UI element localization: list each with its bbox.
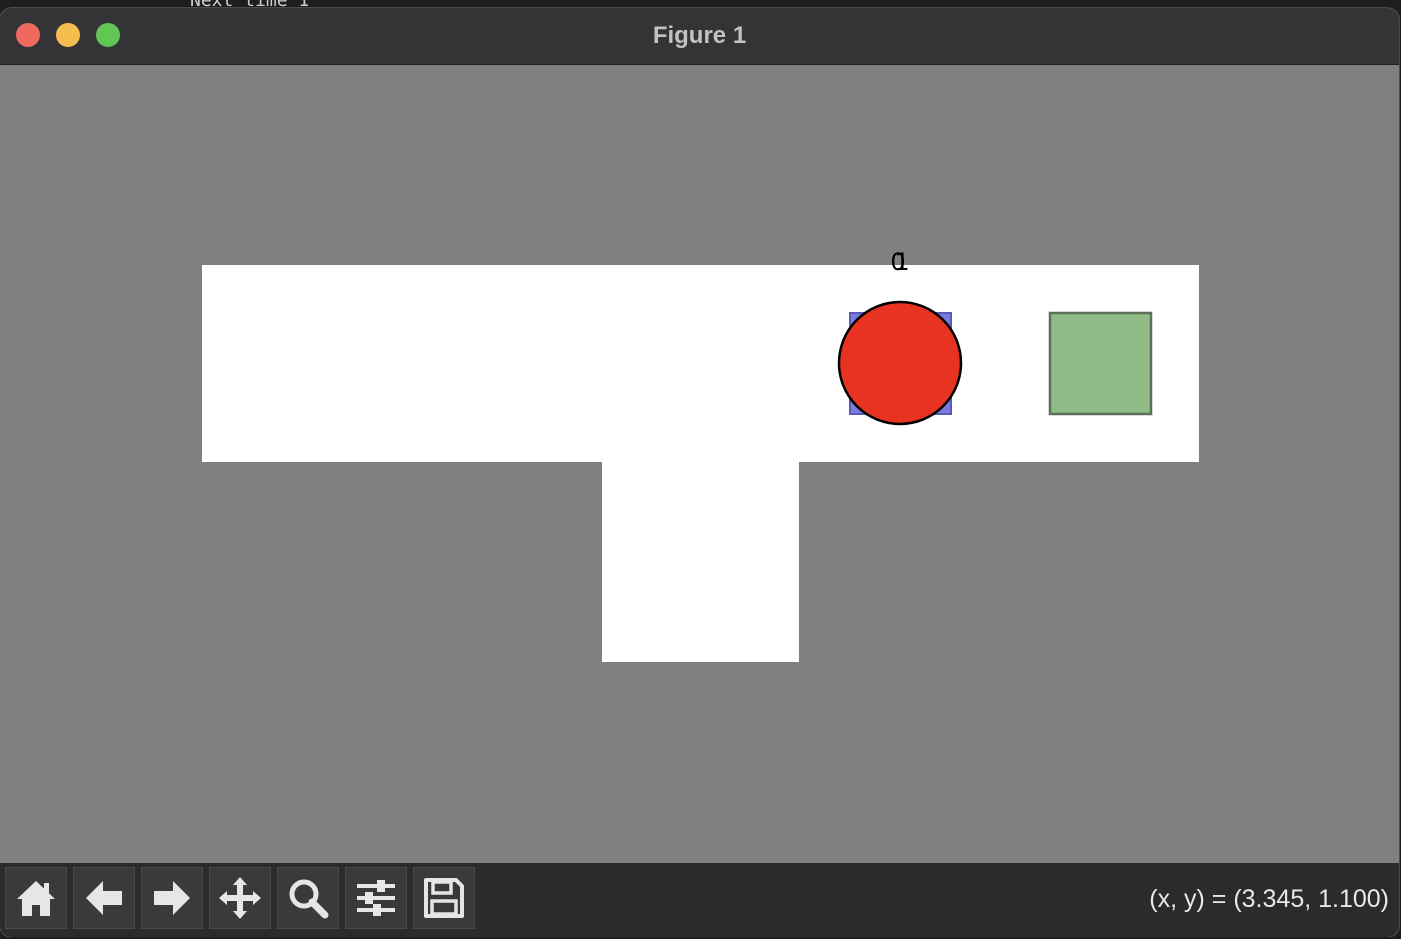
save-button[interactable] — [413, 867, 475, 929]
arrow-right-icon — [154, 881, 190, 915]
navigation-toolbar: (x, y) = (3.345, 1.100) — [0, 863, 1399, 937]
floor-stem — [602, 462, 799, 662]
goal-square — [1048, 311, 1153, 416]
configure-subplots-button[interactable] — [345, 867, 407, 929]
sliders-icon — [357, 880, 395, 916]
floppy-disk-icon — [424, 878, 464, 918]
home-button[interactable] — [5, 867, 67, 929]
cursor-coordinates: (x, y) = (3.345, 1.100) — [1149, 885, 1389, 913]
home-icon — [17, 881, 55, 916]
arrow-left-icon — [86, 881, 122, 915]
plot-canvas[interactable]: 0 1 — [0, 65, 1399, 863]
figure-window: Figure 1 0 1 (x, y) = (3.345, 1.100) — [0, 8, 1399, 937]
forward-button[interactable] — [141, 867, 203, 929]
title-bar[interactable]: Figure 1 — [0, 8, 1399, 65]
pan-button[interactable] — [209, 867, 271, 929]
agent-label-1: 1 — [894, 248, 909, 276]
zoom-button[interactable] — [277, 867, 339, 929]
move-icon — [219, 877, 261, 919]
agent-circle — [837, 300, 963, 426]
window-title: Figure 1 — [652, 22, 747, 49]
back-button[interactable] — [73, 867, 135, 929]
magnifier-icon — [289, 879, 329, 919]
grid-world-plot: 0 1 — [0, 65, 1399, 863]
